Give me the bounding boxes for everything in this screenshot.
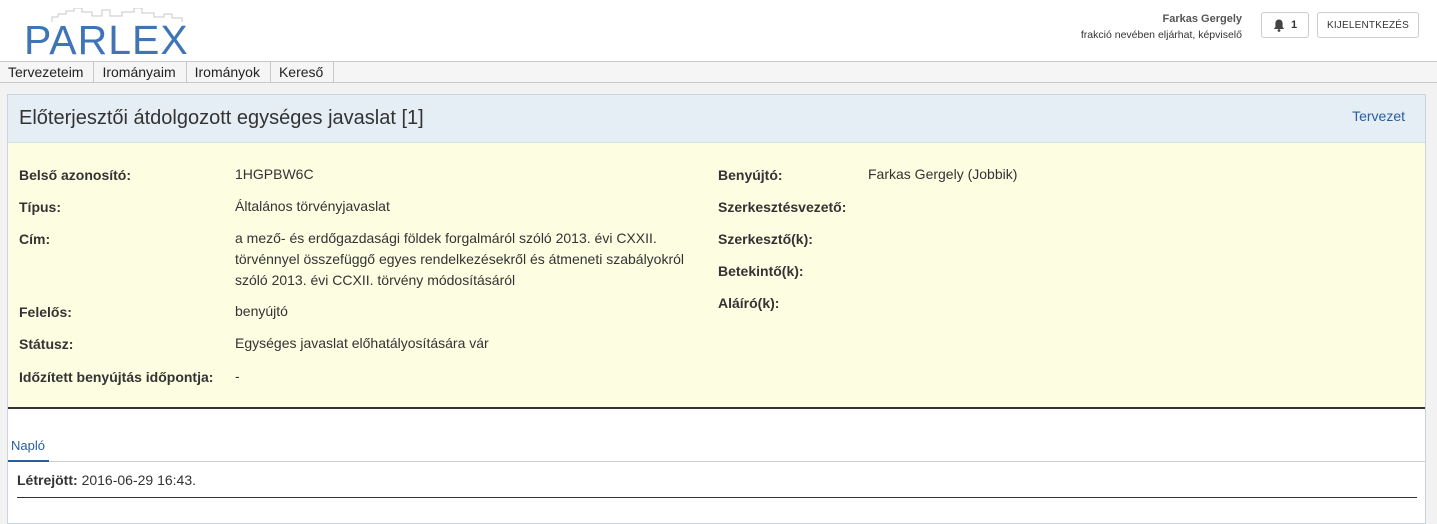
log-entry: Létrejött: 2016-06-29 16:43. bbox=[17, 472, 196, 488]
value-status: Egységes javaslat előhatályosítására vár bbox=[235, 335, 489, 351]
page-title: Előterjesztői átdolgozott egységes javas… bbox=[19, 107, 424, 129]
user-info: Farkas Gergely frakció nevében eljárhat,… bbox=[1081, 11, 1242, 43]
logout-button[interactable]: KIJELENTKEZÉS bbox=[1317, 12, 1419, 38]
log-label: Létrejött: bbox=[17, 472, 78, 488]
panel-header: Előterjesztői átdolgozott egységes javas… bbox=[8, 95, 1425, 143]
user-role: frakció nevében eljárhat, képviselő bbox=[1080, 29, 1242, 41]
nav-item-iromanyok[interactable]: Irományok bbox=[187, 62, 271, 82]
value-title: a mező- és erdőgazdasági földek forgalmá… bbox=[235, 230, 685, 288]
tab-naplo[interactable]: Napló bbox=[8, 433, 49, 462]
label-submitter: Benyújtó: bbox=[718, 167, 783, 183]
value-internal-id: 1HGPBW6C bbox=[235, 166, 314, 182]
logo-text: PARLEX bbox=[24, 17, 189, 56]
notifications-button[interactable]: 1 bbox=[1261, 12, 1309, 38]
value-type: Általános törvényjavaslat bbox=[235, 198, 390, 214]
tab-bar: Napló bbox=[8, 433, 1425, 462]
label-signers: Aláíró(k): bbox=[718, 295, 780, 311]
value-responsible: benyújtó bbox=[235, 303, 288, 319]
document-panel: Előterjesztői átdolgozott egységes javas… bbox=[7, 94, 1426, 524]
value-scheduled-submission: - bbox=[235, 368, 240, 384]
label-editors: Szerkesztő(k): bbox=[718, 231, 813, 247]
label-scheduled-submission: Időzített benyújtás időpontja: bbox=[19, 369, 214, 385]
label-responsible: Felelős: bbox=[19, 304, 72, 320]
label-editor-lead: Szerkesztésvezető: bbox=[718, 199, 847, 215]
label-viewers: Betekintő(k): bbox=[718, 263, 804, 279]
user-name: Farkas Gergely bbox=[1162, 13, 1243, 25]
divider bbox=[17, 497, 1417, 498]
app-header: PARLEX Farkas Gergely frakció nevében el… bbox=[0, 0, 1437, 61]
label-status: Státusz: bbox=[19, 336, 74, 352]
nav-item-iromanyaim[interactable]: Irományaim bbox=[94, 62, 187, 82]
bell-icon bbox=[1273, 19, 1285, 32]
main-nav: Tervezeteim Irományaim Irományok Kereső bbox=[0, 61, 1437, 83]
notification-count: 1 bbox=[1290, 19, 1298, 31]
value-submitter: Farkas Gergely (Jobbik) bbox=[868, 166, 1018, 182]
parlex-logo[interactable]: PARLEX bbox=[22, 8, 196, 56]
nav-item-kereso[interactable]: Kereső bbox=[271, 62, 335, 82]
status-badge[interactable]: Tervezet bbox=[1352, 108, 1405, 124]
label-type: Típus: bbox=[19, 199, 61, 215]
label-title: Cím: bbox=[19, 231, 51, 247]
nav-item-tervezeteim[interactable]: Tervezeteim bbox=[0, 62, 95, 82]
label-internal-id: Belső azonosító: bbox=[19, 167, 132, 183]
log-value: 2016-06-29 16:43. bbox=[81, 472, 196, 488]
details-section: Belső azonosító: 1HGPBW6C Típus: Általán… bbox=[8, 143, 1425, 409]
